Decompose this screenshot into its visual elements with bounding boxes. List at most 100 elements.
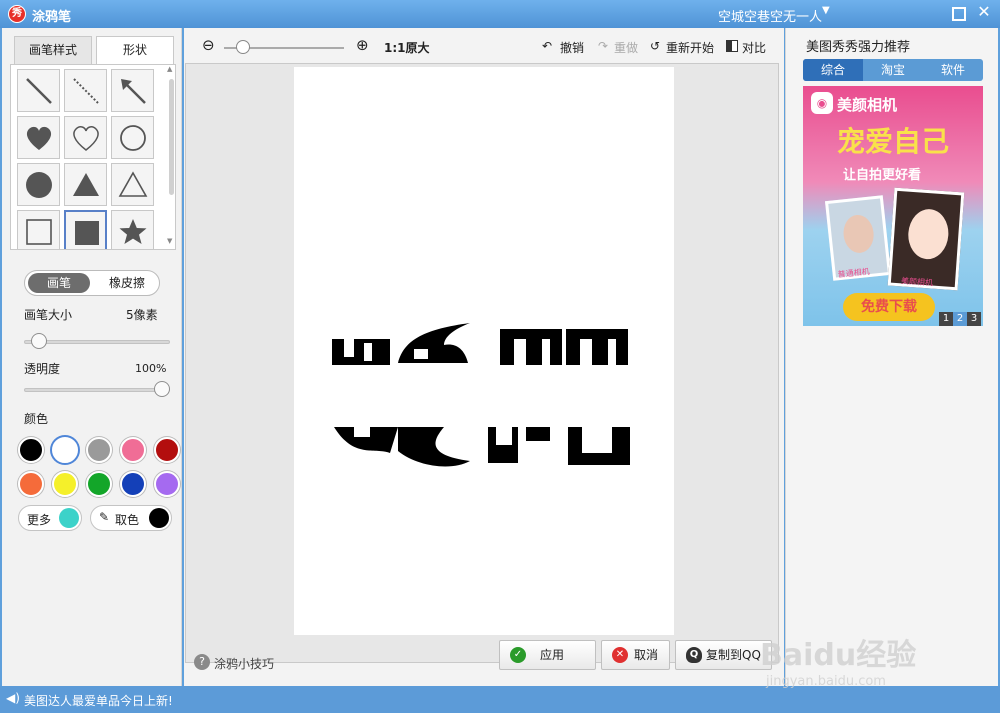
eraser-mode-button[interactable]: 橡皮擦: [97, 273, 157, 293]
arrow-icon[interactable]: [111, 69, 154, 112]
cancel-icon: ✕: [612, 647, 628, 663]
color-swatch[interactable]: [18, 437, 44, 463]
tab-brush-style[interactable]: 画笔样式: [14, 36, 92, 64]
pen-eraser-toggle: 画笔 橡皮擦: [24, 270, 160, 296]
restart-button[interactable]: 重新开始: [666, 39, 714, 56]
user-name[interactable]: 空城空巷空无一人: [718, 6, 822, 25]
ad-page-1[interactable]: 1: [939, 312, 953, 326]
scrollbar-thumb[interactable]: [169, 79, 174, 195]
watermark: Baidu经验 jingyan.baidu.com: [760, 630, 916, 689]
tab-general[interactable]: 综合: [803, 59, 863, 81]
cancel-button[interactable]: ✕ 取消: [601, 640, 670, 670]
apply-label: 应用: [540, 648, 565, 662]
more-colors-label: 更多: [27, 513, 52, 527]
heart-filled-icon[interactable]: [17, 116, 60, 159]
circle-outline-icon[interactable]: [111, 116, 154, 159]
more-colors-button[interactable]: 更多: [18, 505, 82, 531]
cancel-label: 取消: [634, 648, 659, 662]
copy-to-qq-button[interactable]: Q 复制到QQ: [675, 640, 772, 670]
color-swatch[interactable]: [120, 471, 146, 497]
ad-app-name: 美颜相机: [837, 96, 898, 114]
chevron-down-icon[interactable]: ▼: [822, 5, 830, 16]
redo-icon[interactable]: ↷: [598, 39, 608, 53]
tips-link[interactable]: 涂鸦小技巧: [214, 655, 274, 672]
tab-software[interactable]: 软件: [923, 59, 983, 81]
ad-banner[interactable]: ◉ 美颜相机 宠爱自己 让自拍更好看 普通相机 美颜相机 免费下载 1 2 3: [803, 86, 983, 326]
circle-filled-icon[interactable]: [17, 163, 60, 206]
apply-button[interactable]: ✓ 应用: [499, 640, 596, 670]
opacity-slider[interactable]: [24, 388, 170, 392]
ad-download-button[interactable]: 免费下载: [843, 293, 935, 321]
ad-photo-tag-normal: 普通相机: [837, 266, 871, 280]
triangle-outline-icon[interactable]: [111, 163, 154, 206]
line-icon[interactable]: [17, 69, 60, 112]
drawing-canvas[interactable]: [294, 67, 674, 635]
shape-grid: ▲ ▼: [10, 64, 176, 250]
scroll-down-icon[interactable]: ▼: [167, 237, 172, 245]
color-swatch[interactable]: [154, 437, 180, 463]
app-icon: 秀: [8, 5, 26, 23]
tab-shape[interactable]: 形状: [96, 36, 174, 64]
heart-outline-icon[interactable]: [64, 116, 107, 159]
ad-photo-beauty: 美颜相机: [887, 187, 965, 291]
title-bar: 秀 涂鸦笔 空城空巷空无一人 ▼ ✕: [0, 0, 1000, 28]
eyedropper-label: 取色: [115, 513, 140, 527]
toolbar: ⊖ ⊕ 1:1原大 ↶ 撤销 ↷ 重做 ↺ 重新开始 对比: [184, 34, 784, 60]
ad-page-3[interactable]: 3: [967, 312, 981, 326]
actual-size-button[interactable]: 1:1原大: [384, 39, 430, 56]
maximize-button[interactable]: [952, 7, 966, 21]
redo-button[interactable]: 重做: [614, 39, 638, 56]
color-swatch[interactable]: [86, 471, 112, 497]
left-panel: 画笔样式 形状 ▲ ▼ 画笔 橡皮擦 画笔大小 5像素 透明度 100% 颜色 …: [2, 28, 182, 686]
help-icon[interactable]: ?: [194, 654, 210, 670]
ad-page-2[interactable]: 2: [953, 312, 967, 326]
zoom-in-icon[interactable]: ⊕: [356, 36, 369, 54]
triangle-filled-icon[interactable]: [64, 163, 107, 206]
zoom-out-icon[interactable]: ⊖: [202, 36, 215, 54]
copy-to-qq-label: 复制到QQ: [706, 648, 761, 662]
scroll-up-icon[interactable]: ▲: [167, 65, 172, 73]
more-colors-swatch: [59, 508, 79, 528]
square-filled-icon[interactable]: [64, 210, 107, 249]
camera-app-icon: ◉: [811, 92, 833, 114]
color-swatch[interactable]: [154, 471, 180, 497]
color-swatch[interactable]: [52, 437, 78, 463]
face-shape: [841, 213, 876, 255]
watermark-logo: Baidu经验: [760, 638, 917, 673]
brush-size-label: 画笔大小: [24, 308, 73, 322]
ad-subtitle: 让自拍更好看: [843, 168, 922, 183]
undo-button[interactable]: 撤销: [560, 39, 584, 56]
compare-button[interactable]: 对比: [742, 39, 766, 56]
ad-slogan: 宠爱自己: [836, 125, 949, 158]
brush-size-knob[interactable]: [30, 333, 47, 349]
restart-icon[interactable]: ↺: [650, 39, 660, 53]
zoom-knob[interactable]: [236, 40, 250, 54]
square-outline-icon[interactable]: [17, 210, 60, 249]
eyedropper-button[interactable]: ✎ 取色: [90, 505, 172, 531]
recommend-tabs: 综合 淘宝 软件: [803, 59, 983, 81]
opacity-label: 透明度: [24, 362, 61, 376]
star-icon[interactable]: [111, 210, 154, 249]
status-message[interactable]: 美图达人最爱单品今日上新!: [24, 692, 173, 709]
qq-icon: Q: [686, 647, 702, 663]
eyedropper-icon: ✎: [99, 510, 110, 524]
tab-taobao[interactable]: 淘宝: [863, 59, 923, 81]
pen-mode-button[interactable]: 画笔: [28, 273, 90, 293]
opacity-value: 100%: [135, 362, 167, 375]
color-swatch[interactable]: [86, 437, 112, 463]
color-swatch[interactable]: [120, 437, 146, 463]
opacity-knob[interactable]: [154, 381, 170, 397]
compare-icon[interactable]: [726, 40, 738, 52]
color-label: 颜色: [24, 412, 49, 426]
color-swatch[interactable]: [18, 471, 44, 497]
close-button[interactable]: ✕: [976, 4, 992, 20]
dashed-line-icon[interactable]: [64, 69, 107, 112]
undo-icon[interactable]: ↶: [542, 39, 552, 53]
color-swatch[interactable]: [52, 471, 78, 497]
face-shape: [906, 207, 951, 261]
status-bar: ◀) 美图达人最爱单品今日上新!: [0, 686, 1000, 713]
brush-size-value: 5像素: [126, 308, 158, 322]
window-title: 涂鸦笔: [32, 10, 72, 25]
picked-color-swatch: [149, 508, 169, 528]
speaker-icon[interactable]: ◀): [6, 691, 20, 705]
